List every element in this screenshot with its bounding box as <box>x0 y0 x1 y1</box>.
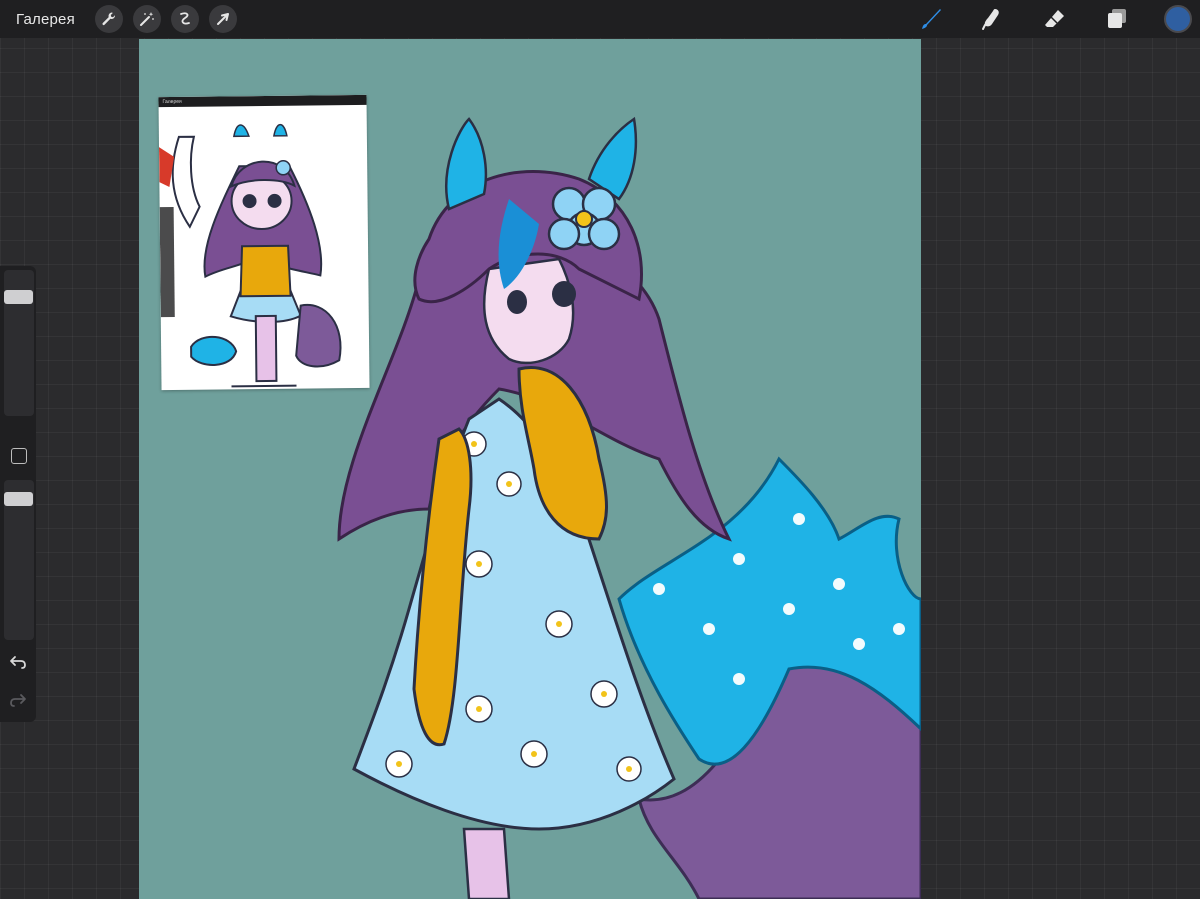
top-toolbar: Галерея <box>0 0 1200 38</box>
eraser-icon <box>1045 10 1064 27</box>
undo-icon <box>10 656 26 669</box>
eraser-tool[interactable] <box>1040 4 1070 34</box>
color-picker-button[interactable] <box>1164 5 1192 33</box>
smudge-tool[interactable] <box>978 4 1008 34</box>
brush-tool[interactable] <box>916 4 946 34</box>
modify-button[interactable] <box>11 448 27 464</box>
transform-button[interactable] <box>208 5 237 33</box>
left-sidebar <box>0 266 36 722</box>
layers-icon <box>1108 9 1126 28</box>
reference-artwork <box>158 123 342 388</box>
actions-button[interactable] <box>94 5 123 33</box>
transform-arrow-icon <box>216 13 229 25</box>
selection-icon <box>180 12 190 25</box>
smudge-icon <box>982 9 999 30</box>
brush-opacity-thumb[interactable] <box>4 492 33 506</box>
magic-wand-icon <box>139 12 154 26</box>
selection-button[interactable] <box>170 5 199 33</box>
brush-size-thumb[interactable] <box>4 290 33 304</box>
reference-image[interactable]: Галерея <box>158 94 370 391</box>
undo-button[interactable] <box>8 652 28 672</box>
redo-button[interactable] <box>8 690 28 710</box>
right-tools <box>916 0 1200 38</box>
brush-icon <box>922 9 941 29</box>
adjustments-button[interactable] <box>132 5 161 33</box>
gallery-button[interactable]: Галерея <box>16 11 75 28</box>
wrench-icon <box>102 12 115 26</box>
reference-toolbar-text: Галерея <box>162 98 182 106</box>
layers-tool[interactable] <box>1102 4 1132 34</box>
redo-icon <box>10 694 26 707</box>
